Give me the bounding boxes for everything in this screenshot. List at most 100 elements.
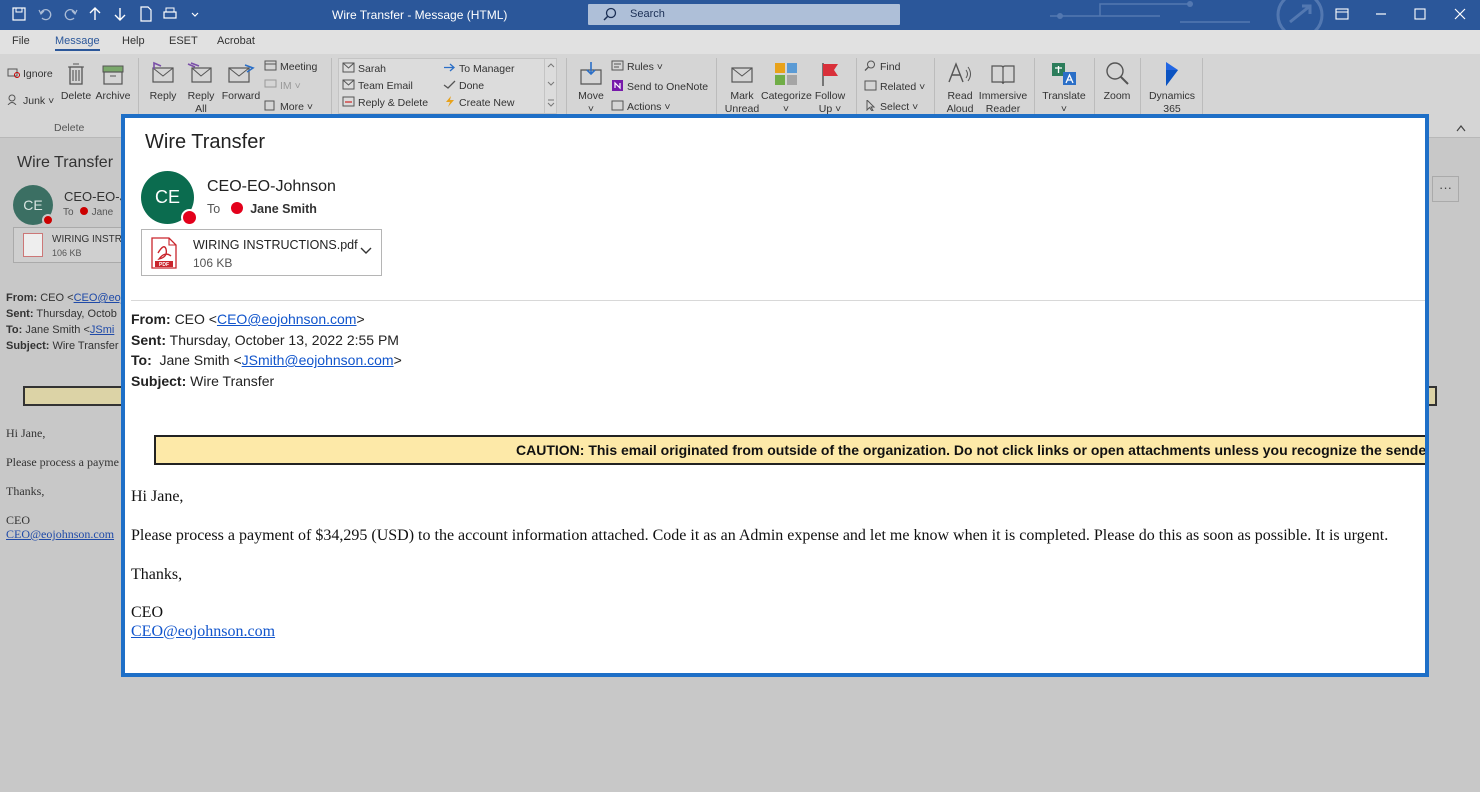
save-icon[interactable] [10, 5, 28, 23]
reply-all-button[interactable]: Reply All [185, 60, 217, 116]
print-preview-icon[interactable] [137, 5, 155, 23]
tab-help[interactable]: Help [122, 35, 145, 47]
redo-icon[interactable] [62, 5, 80, 23]
rules-icon [611, 60, 624, 71]
quickstep-sarah[interactable]: Sarah [342, 62, 386, 77]
chevron-down-icon: ˅ [916, 81, 926, 93]
find-button[interactable]: Find [864, 60, 900, 75]
ignore-icon [7, 68, 20, 78]
quickstep-create-new[interactable]: Create New [443, 96, 514, 111]
collapse-ribbon-icon[interactable] [1456, 124, 1466, 132]
background-signature-link[interactable]: CEO@eojohnson.com [6, 527, 114, 541]
gallery-scroll[interactable] [544, 59, 556, 113]
read-aloud-icon [948, 62, 971, 83]
tab-acrobat[interactable]: Acrobat [217, 35, 255, 47]
tab-message[interactable]: Message [55, 35, 100, 51]
junk-button[interactable]: Junk ˅ [7, 94, 54, 109]
undo-icon[interactable] [36, 5, 54, 23]
translate-button[interactable]: Translate ˅ [1042, 60, 1086, 116]
cursor-icon [866, 100, 876, 111]
header-divider [131, 300, 1425, 301]
envelope-icon [731, 67, 753, 83]
more-actions-button[interactable]: ··· [1432, 176, 1459, 202]
from-email-link[interactable]: CEO@eojohnson.com [217, 311, 357, 327]
background-attachment[interactable]: WIRING INSTRU 106 KB [13, 227, 133, 263]
junk-icon [7, 94, 17, 105]
chevron-down-icon: ˅ [661, 101, 671, 113]
mark-unread-button[interactable]: Mark Unread [722, 60, 762, 116]
delete-button[interactable]: Delete [60, 60, 92, 103]
customize-icon[interactable] [186, 5, 204, 23]
categorize-button[interactable]: Categorize ˅ [761, 60, 812, 116]
signature-email-link[interactable]: CEO@eojohnson.com [131, 623, 275, 641]
delete-group-label: Delete [54, 122, 85, 134]
chat-icon [264, 79, 277, 88]
archive-icon [102, 65, 124, 85]
zoom-icon [1106, 62, 1129, 85]
chevron-down-icon [547, 81, 555, 86]
rules-button[interactable]: Rules ˅ [611, 60, 663, 75]
forward-icon [228, 64, 255, 83]
meeting-button[interactable]: Meeting [264, 60, 317, 75]
check-icon [443, 80, 456, 89]
send-to-onenote-button[interactable]: Send to OneNote [611, 80, 708, 95]
ribbon-display-icon[interactable] [1334, 6, 1350, 22]
svg-text:PDF: PDF [159, 262, 169, 268]
attachment-card[interactable]: PDF WIRING INSTRUCTIONS.pdf 106 KB [141, 229, 382, 276]
chevron-down-icon[interactable] [360, 246, 372, 256]
print-icon[interactable] [161, 5, 179, 23]
minimize-icon[interactable] [1373, 6, 1389, 22]
mail-icon [342, 79, 355, 90]
maximize-icon[interactable] [1412, 6, 1428, 22]
background-to-link[interactable]: JSmi [90, 324, 114, 336]
close-icon[interactable] [1452, 6, 1468, 22]
categorize-icon [775, 63, 797, 85]
search-placeholder: Search [630, 8, 665, 20]
to-email-link[interactable]: JSmith@eojohnson.com [242, 352, 394, 368]
follow-up-button[interactable]: Follow Up ˅ [812, 60, 848, 116]
immersive-reader-button[interactable]: Immersive Reader [978, 60, 1028, 116]
actions-button[interactable]: Actions ˅ [611, 100, 671, 115]
background-body: Hi Jane, Please process a payme Thanks, … [6, 426, 119, 541]
window-title: Wire Transfer - Message (HTML) [332, 8, 508, 22]
title-bar: Wire Transfer - Message (HTML) Search [0, 0, 1480, 30]
ignore-button[interactable]: Ignore [7, 67, 53, 82]
background-from-link[interactable]: CEO@eoj [74, 292, 124, 304]
chevron-down-icon: ˅ [303, 101, 313, 113]
related-button[interactable]: Related ˅ [864, 80, 925, 95]
read-aloud-button[interactable]: Read Aloud [942, 60, 978, 116]
circuit-decoration-icon [1050, 0, 1324, 30]
up-arrow-icon[interactable] [86, 5, 104, 23]
quickstep-done[interactable]: Done [443, 79, 484, 94]
lightning-icon [446, 96, 454, 107]
search-box[interactable]: Search [588, 4, 900, 25]
sender-name[interactable]: CEO-EO-Johnson [207, 178, 336, 196]
select-button[interactable]: Select ˅ [864, 100, 918, 115]
quickstep-team-email[interactable]: Team Email [342, 79, 413, 94]
caution-banner: CAUTION: This email originated from outs… [154, 435, 1427, 465]
down-arrow-icon[interactable] [111, 5, 129, 23]
im-button[interactable]: IM ˅ [264, 79, 301, 94]
tab-eset[interactable]: ESET [169, 35, 198, 47]
reply-all-icon [187, 62, 212, 83]
onenote-icon [612, 80, 623, 91]
reply-button[interactable]: Reply [148, 60, 178, 103]
translate-icon [1052, 63, 1076, 85]
tab-file[interactable]: File [12, 35, 30, 47]
recipient-name[interactable]: Jane Smith [250, 202, 317, 216]
move-button[interactable]: Move ˅ [574, 60, 608, 116]
dynamics-365-button[interactable]: Dynamics 365 [1148, 60, 1196, 116]
more-respond-button[interactable]: More ˅ [264, 100, 313, 115]
sender-avatar[interactable]: CE [141, 171, 198, 226]
quickstep-to-manager[interactable]: To Manager [443, 62, 514, 77]
chevron-down-icon: ˅ [653, 61, 663, 73]
avatar: CE [13, 185, 54, 226]
background-to-line: To Jane [63, 207, 114, 218]
search-icon [864, 60, 875, 71]
archive-button[interactable]: Archive [95, 60, 131, 103]
forward-button[interactable]: Forward [221, 60, 261, 103]
attachment-name: WIRING INSTRUCTIONS.pdf [193, 238, 358, 252]
quickstep-reply-delete[interactable]: Reply & Delete [342, 96, 428, 111]
caution-text: CAUTION: This email originated from outs… [516, 442, 1427, 458]
zoom-button[interactable]: Zoom [1100, 60, 1134, 103]
